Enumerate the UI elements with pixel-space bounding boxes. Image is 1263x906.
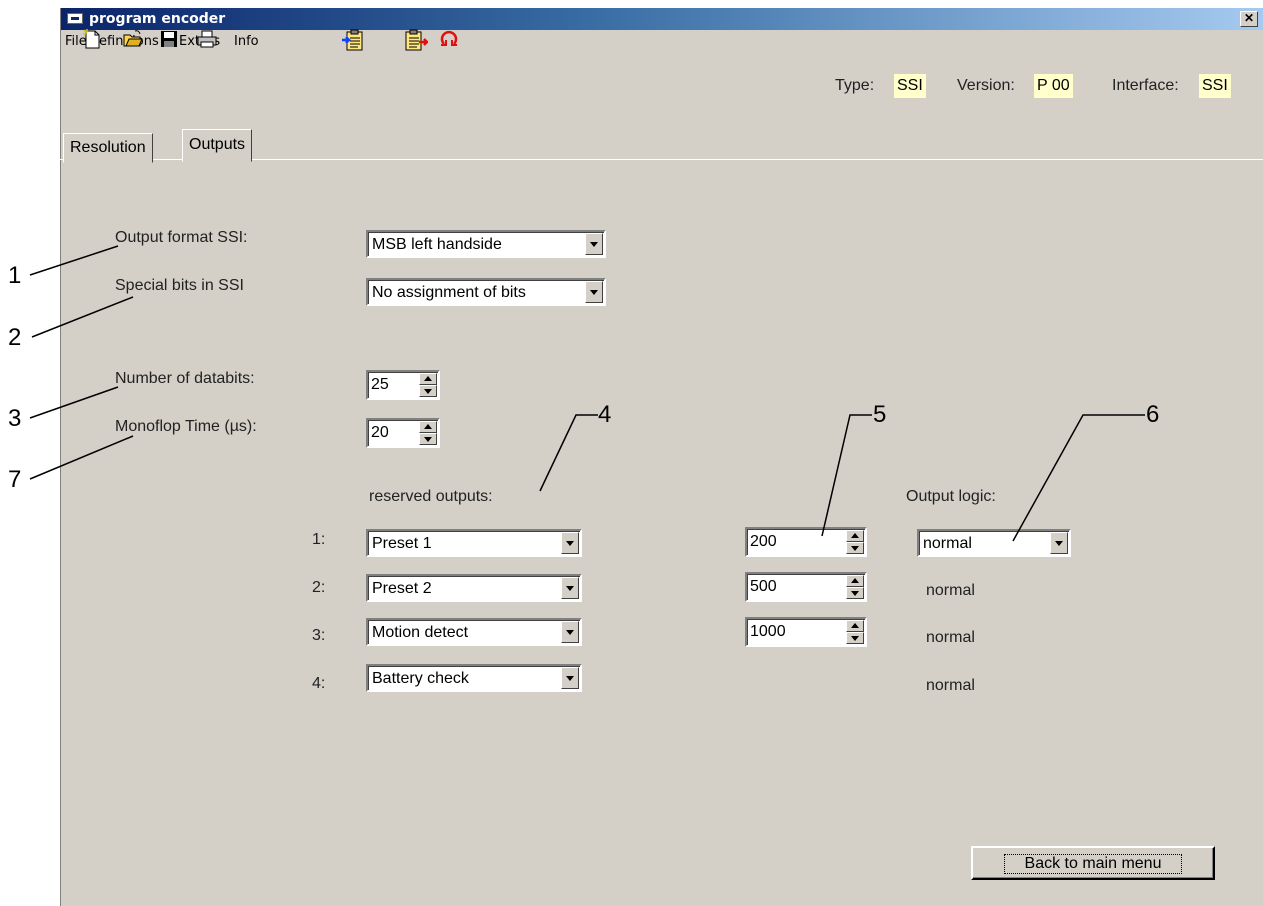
callout-5: 5 [873,401,887,428]
callout-1: 1 [8,262,22,289]
back-to-main-menu-button[interactable]: Back to main menu [971,846,1215,880]
callout-6: 6 [1146,401,1160,428]
back-button-label: Back to main menu [1003,854,1183,874]
callout-2: 2 [8,324,22,351]
callout-lines [29,245,1145,542]
callout-7: 7 [8,466,22,493]
callout-3: 3 [8,405,22,432]
callout-4: 4 [598,401,612,428]
